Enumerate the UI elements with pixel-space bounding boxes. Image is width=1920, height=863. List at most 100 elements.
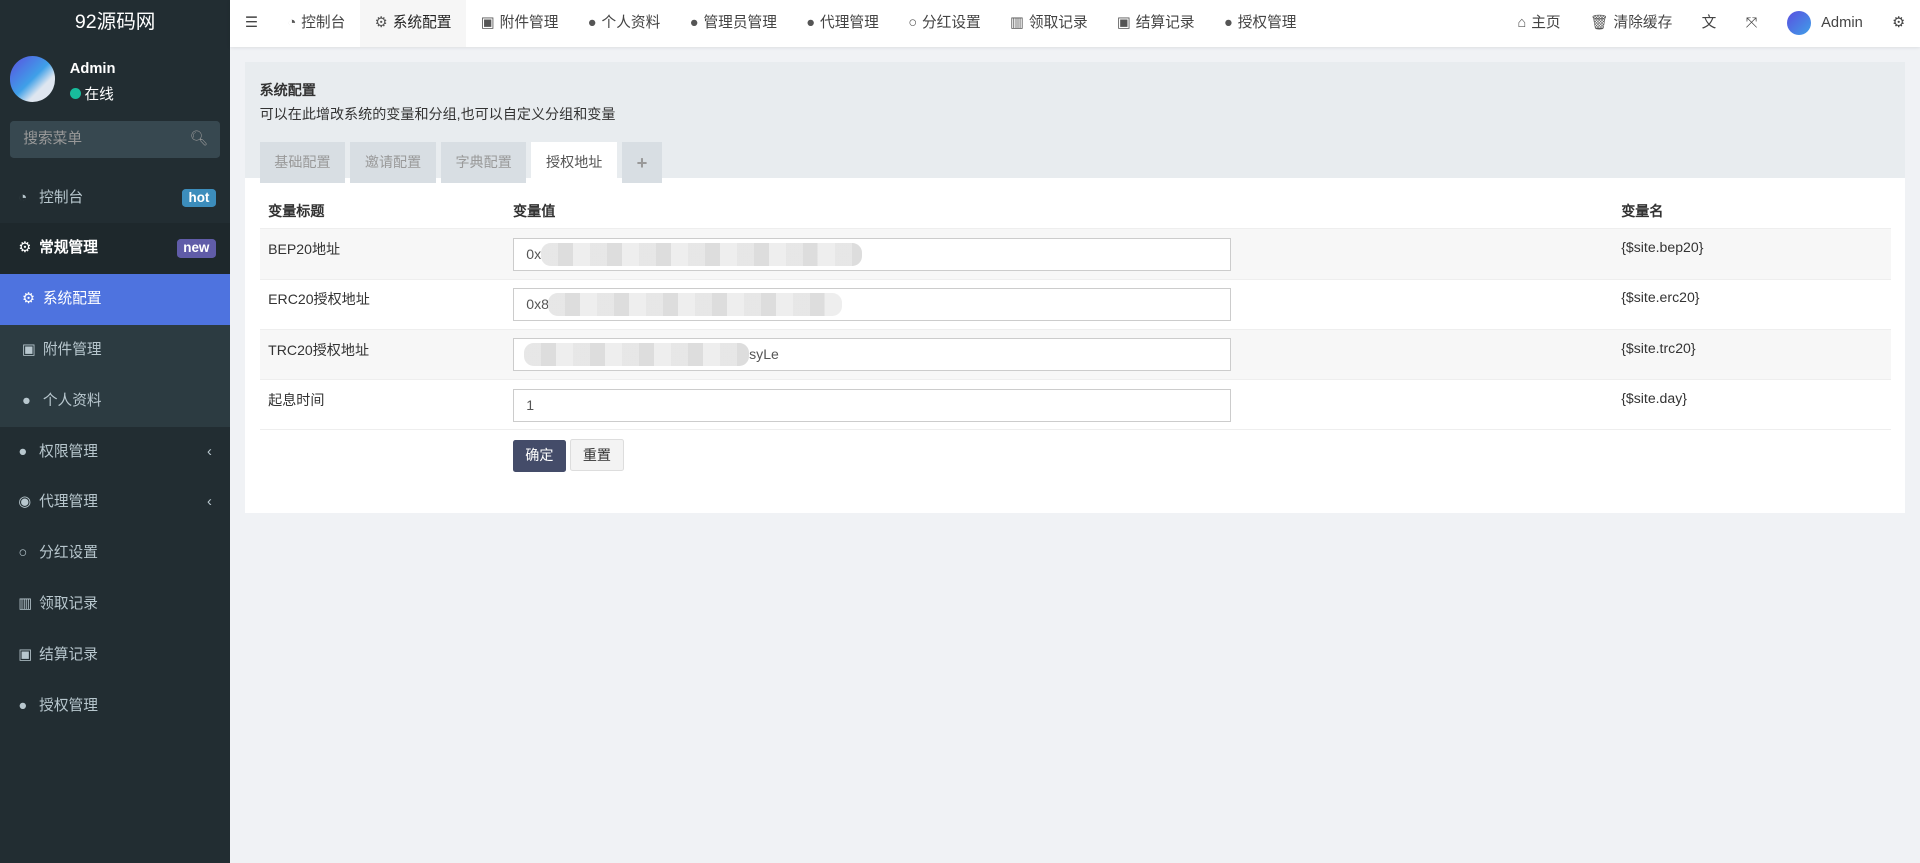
- redacted-blur: [540, 242, 862, 266]
- tab-profile[interactable]: ● 个人资料: [573, 0, 675, 47]
- row-var-name: {$site.day}: [1612, 379, 1891, 431]
- group-icon: ●: [18, 443, 28, 460]
- label: 主页: [1531, 15, 1561, 31]
- group-icon: ●: [1223, 15, 1233, 31]
- user-icon: ●: [689, 15, 699, 31]
- clear-cache-button[interactable]: 🗑︎ 清除缓存: [1575, 0, 1687, 47]
- tab-basic-config[interactable]: 基础配置: [259, 141, 346, 184]
- hot-badge: hot: [182, 188, 216, 207]
- row-title: ERC20授权地址: [259, 279, 505, 330]
- reset-button[interactable]: 重置: [569, 438, 625, 471]
- settings-cogs-icon[interactable]: ⚙: [1877, 0, 1920, 47]
- user-status: 在线: [69, 83, 114, 104]
- tab-dashboard[interactable]: ◔ 控制台: [273, 0, 360, 47]
- tab-auth-address[interactable]: 授权地址: [531, 141, 618, 184]
- circle-icon: ○: [908, 15, 918, 31]
- tab-dictionary-config[interactable]: 字典配置: [440, 141, 527, 184]
- add-group-button[interactable]: +: [621, 141, 663, 184]
- input-value: syLe: [749, 346, 779, 363]
- bep20-input[interactable]: 0x: [513, 238, 1231, 272]
- row-title: TRC20授权地址: [259, 329, 505, 381]
- sidebar-item-authorization[interactable]: ● 授权管理: [0, 681, 230, 732]
- tab-settlement-records[interactable]: ▣ 结算记录: [1102, 0, 1209, 47]
- config-table: 变量标题 变量值 变量名 BEP20地址 0x {$site.bep20} ERC20授…: [259, 193, 1891, 480]
- trc20-input[interactable]: syLe: [513, 338, 1231, 372]
- menu-toggle-icon[interactable]: ☰: [230, 0, 273, 47]
- table-row: BEP20地址 0x {$site.bep20}: [259, 228, 1891, 280]
- chevron-left-icon: ‹: [206, 443, 212, 460]
- tab-system-config[interactable]: ⚙ 系统配置: [359, 0, 467, 47]
- home-link[interactable]: ⌂ 主页: [1503, 0, 1576, 47]
- user-panel: Admin 在线: [0, 47, 230, 116]
- erc20-input[interactable]: 0x8: [513, 288, 1231, 322]
- trash-icon: 🗑︎: [1589, 15, 1609, 31]
- table-row: TRC20授权地址 syLe {$site.trc20}: [259, 329, 1891, 381]
- cogs-icon: ⚙: [18, 240, 32, 257]
- label: 管理员管理: [703, 15, 777, 31]
- menu-search-input[interactable]: 搜索菜单 🔍︎: [9, 121, 221, 158]
- column-header: 变量标题: [259, 193, 505, 230]
- tab-authorization[interactable]: ● 授权管理: [1209, 0, 1311, 47]
- home-icon: ⌂: [1517, 15, 1527, 31]
- tab-invite-config[interactable]: 邀请配置: [350, 141, 436, 184]
- sidebar-item-permissions[interactable]: ● 权限管理 ‹: [0, 427, 230, 478]
- sidebar-item-dashboard[interactable]: ◔ 控制台 hot: [0, 173, 230, 224]
- label: 控制台: [39, 189, 84, 206]
- file-image-icon: ▣: [22, 342, 36, 359]
- label: 代理管理: [820, 15, 879, 31]
- search-icon[interactable]: 🔍︎: [190, 121, 209, 158]
- redacted-blur: [548, 292, 843, 317]
- submit-button[interactable]: 确定: [513, 439, 566, 472]
- user-icon: ●: [22, 392, 31, 409]
- gear-icon: ⚙: [22, 291, 36, 308]
- label: 分红设置: [921, 15, 981, 31]
- start-day-input[interactable]: 1: [513, 388, 1231, 422]
- sidebar-item-dividend[interactable]: ○ 分红设置: [0, 528, 230, 579]
- status-text: 在线: [84, 87, 114, 104]
- redacted-blur: [523, 343, 750, 367]
- sidebar-item-claim-records[interactable]: ▥ 领取记录: [0, 579, 230, 630]
- sidebar-item-system-config[interactable]: ⚙ 系统配置: [0, 274, 231, 326]
- row-var-name: {$site.trc20}: [1612, 329, 1891, 381]
- row-title: 起息时间: [259, 379, 505, 431]
- sidebar-item-profile[interactable]: ● 个人资料: [0, 375, 231, 427]
- sidebar-item-general[interactable]: ⚙ 常规管理 new: [0, 223, 231, 275]
- top-navbar: ☰ ◔ 控制台 ⚙ 系统配置 ▣ 附件管理 ● 个人资料 ● 管理员管理 ● 代理管理 ○ 分…: [230, 0, 1920, 47]
- label: 附件管理: [42, 342, 102, 359]
- group-icon: ●: [18, 697, 28, 714]
- config-panel: 系统配置 可以在此增改系统的变量和分组,也可以自定义分组和变量 基础配置 邀请配…: [244, 62, 1906, 514]
- label: 领取记录: [39, 596, 98, 613]
- translate-icon[interactable]: 文: [1687, 0, 1731, 47]
- sidebar-item-settlement-records[interactable]: ▣ 结算记录: [0, 630, 230, 681]
- label: 个人资料: [42, 392, 102, 409]
- label: 授权管理: [1237, 15, 1297, 31]
- cc-icon: ▣: [18, 646, 33, 663]
- tab-admins[interactable]: ● 管理员管理: [675, 0, 792, 47]
- sidebar: 92源码网 Admin 在线 搜索菜单 🔍︎ ◔ 控制台 hot ⚙ 常规管理 new ⚙…: [0, 0, 231, 863]
- page-description: 可以在此增改系统的变量和分组,也可以自定义分组和变量: [259, 106, 616, 123]
- label: 分红设置: [39, 545, 98, 562]
- input-value: 0x: [526, 246, 542, 262]
- user-menu[interactable]: Admin: [1772, 0, 1877, 47]
- column-header: 变量值: [504, 193, 1613, 230]
- online-dot-icon: [69, 88, 81, 100]
- fullscreen-icon[interactable]: ⤧: [1731, 0, 1772, 47]
- input-value: 1: [526, 396, 535, 413]
- user-icon: ●: [587, 15, 597, 31]
- tab-claim-records[interactable]: ▥ 领取记录: [995, 0, 1102, 47]
- sidebar-item-agents[interactable]: ◉ 代理管理 ‹: [0, 477, 230, 528]
- file-image-icon: ▣: [480, 15, 495, 31]
- label: 附件管理: [499, 15, 559, 31]
- sidebar-item-attachments[interactable]: ▣ 附件管理: [0, 325, 231, 376]
- label: 系统配置: [392, 15, 452, 31]
- new-badge: new: [177, 239, 216, 258]
- chart-icon: ▥: [1010, 15, 1024, 31]
- avatar: [9, 56, 56, 102]
- dashboard-icon: ◔: [287, 15, 297, 31]
- tab-agents[interactable]: ● 代理管理: [792, 0, 894, 47]
- label: 授权管理: [39, 697, 98, 714]
- tab-dividend[interactable]: ○ 分红设置: [894, 0, 996, 47]
- tab-attachments[interactable]: ▣ 附件管理: [466, 0, 573, 47]
- logo[interactable]: 92源码网: [0, 0, 230, 47]
- user-name: Admin: [69, 61, 116, 78]
